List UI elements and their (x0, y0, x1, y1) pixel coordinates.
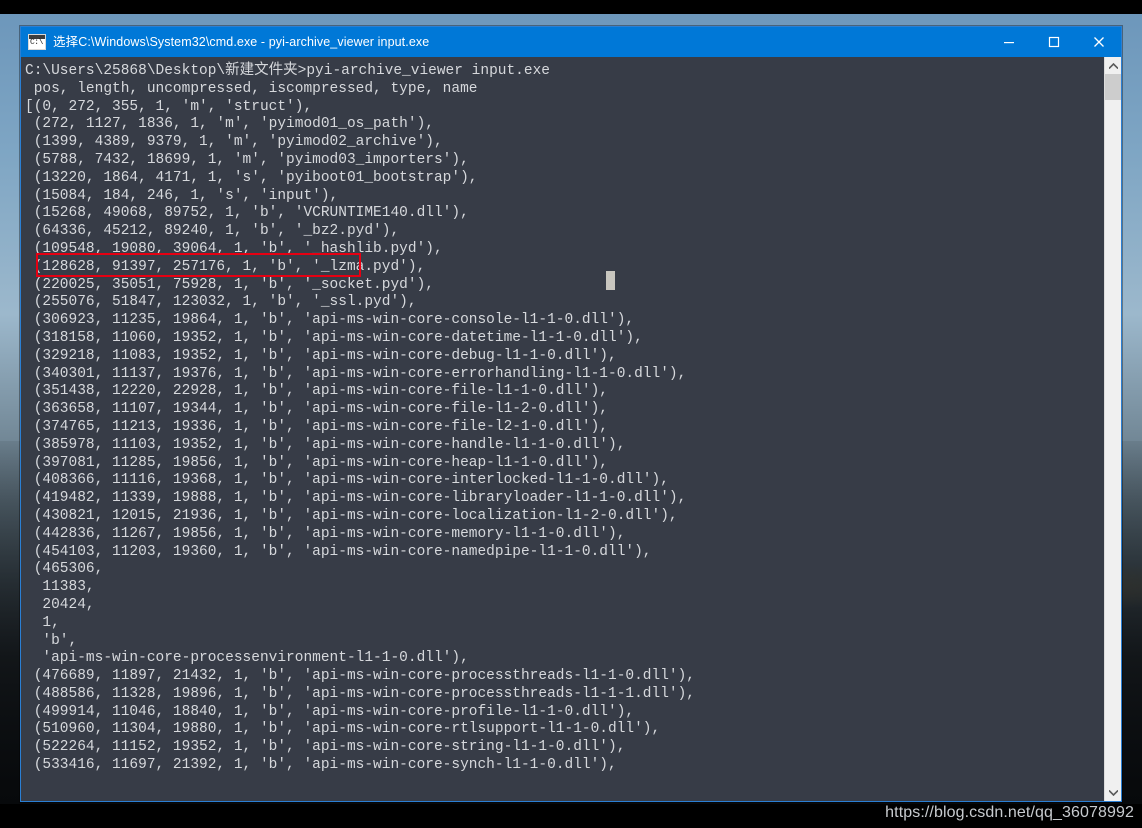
console-output-area[interactable]: C:\Users\25868\Desktop\新建文件夹>pyi-archive… (21, 57, 1104, 801)
console-line: (15084, 184, 246, 1, 's', 'input'), (25, 187, 339, 204)
maximize-button[interactable] (1031, 27, 1076, 57)
console-line: 20424, (25, 596, 95, 613)
console-line: (488586, 11328, 19896, 1, 'b', 'api-ms-w… (25, 685, 696, 702)
console-line: (1399, 4389, 9379, 1, 'm', 'pyimod02_arc… (25, 134, 443, 151)
console-line: 1, (25, 614, 60, 631)
console-line: (13220, 1864, 4171, 1, 's', 'pyiboot01_b… (25, 169, 478, 186)
console-line: (329218, 11083, 19352, 1, 'b', 'api-ms-w… (25, 347, 617, 364)
console-line: (385978, 11103, 19352, 1, 'b', 'api-ms-w… (25, 436, 626, 453)
console-line: pos, length, uncompressed, iscompressed,… (25, 80, 478, 97)
console-line: (442836, 11267, 19856, 1, 'b', 'api-ms-w… (25, 525, 626, 542)
console-line: (499914, 11046, 18840, 1, 'b', 'api-ms-w… (25, 703, 635, 720)
scrollbar-thumb[interactable] (1105, 74, 1121, 100)
window-body: C:\Users\25868\Desktop\新建文件夹>pyi-archive… (21, 57, 1121, 801)
console-line: (351438, 12220, 22928, 1, 'b', 'api-ms-w… (25, 383, 608, 400)
console-line: (430821, 12015, 21936, 1, 'b', 'api-ms-w… (25, 507, 678, 524)
console-line: (374765, 11213, 19336, 1, 'b', 'api-ms-w… (25, 418, 608, 435)
console-line: (272, 1127, 1836, 1, 'm', 'pyimod01_os_p… (25, 116, 434, 133)
window-titlebar[interactable]: 选择C:\Windows\System32\cmd.exe - pyi-arch… (21, 27, 1121, 57)
console-line: (465306, (25, 561, 104, 578)
console-line: (340301, 11137, 19376, 1, 'b', 'api-ms-w… (25, 365, 687, 382)
console-line: (15268, 49068, 89752, 1, 'b', 'VCRUNTIME… (25, 205, 469, 222)
console-line: (109548, 19080, 39064, 1, 'b', '_hashlib… (25, 240, 443, 257)
console-line: (397081, 11285, 19856, 1, 'b', 'api-ms-w… (25, 454, 608, 471)
console-line: C:\Users\25868\Desktop\新建文件夹>pyi-archive… (25, 63, 550, 79)
csdn-watermark: https://blog.csdn.net/qq_36078992 (885, 804, 1134, 821)
minimize-button[interactable] (986, 27, 1031, 57)
console-line: 11383, (25, 579, 95, 596)
console-line: (64336, 45212, 89240, 1, 'b', '_bz2.pyd'… (25, 223, 400, 240)
console-line: (363658, 11107, 19344, 1, 'b', 'api-ms-w… (25, 401, 608, 418)
console-line: (419482, 11339, 19888, 1, 'b', 'api-ms-w… (25, 490, 687, 507)
console-line: [(0, 272, 355, 1, 'm', 'struct'), (25, 98, 313, 115)
console-line: (408366, 11116, 19368, 1, 'b', 'api-ms-w… (25, 472, 669, 489)
console-line: (128628, 91397, 257176, 1, 'b', '_lzma.p… (25, 258, 426, 275)
scrollbar-track[interactable] (1105, 74, 1121, 784)
window-controls (986, 27, 1121, 57)
console-scrollbar[interactable] (1104, 57, 1121, 801)
desktop-screen: 选择C:\Windows\System32\cmd.exe - pyi-arch… (0, 0, 1142, 828)
scroll-up-arrow-icon[interactable] (1105, 57, 1121, 74)
console-line: (220025, 35051, 75928, 1, 'b', '_socket.… (25, 276, 434, 293)
console-line: (306923, 11235, 19864, 1, 'b', 'api-ms-w… (25, 312, 635, 329)
console-line: 'api-ms-win-core-processenvironment-l1-1… (25, 650, 469, 667)
window-title: 选择C:\Windows\System32\cmd.exe - pyi-arch… (53, 35, 430, 49)
console-line: (533416, 11697, 21392, 1, 'b', 'api-ms-w… (25, 757, 617, 774)
cmd-console-window: 选择C:\Windows\System32\cmd.exe - pyi-arch… (20, 26, 1122, 802)
text-cursor-block (606, 271, 615, 290)
console-line: 'b', (25, 632, 78, 649)
console-line: (522264, 11152, 19352, 1, 'b', 'api-ms-w… (25, 739, 626, 756)
console-line: (5788, 7432, 18699, 1, 'm', 'pyimod03_im… (25, 151, 469, 168)
console-line: (318158, 11060, 19352, 1, 'b', 'api-ms-w… (25, 329, 643, 346)
console-text: C:\Users\25868\Desktop\新建文件夹>pyi-archive… (25, 63, 1104, 775)
console-line: (476689, 11897, 21432, 1, 'b', 'api-ms-w… (25, 668, 696, 685)
scroll-down-arrow-icon[interactable] (1105, 784, 1121, 801)
console-line: (454103, 11203, 19360, 1, 'b', 'api-ms-w… (25, 543, 652, 560)
console-line: (255076, 51847, 123032, 1, 'b', '_ssl.py… (25, 294, 417, 311)
cmd-console-icon (28, 34, 46, 50)
console-line: (510960, 11304, 19880, 1, 'b', 'api-ms-w… (25, 721, 661, 738)
close-button[interactable] (1076, 27, 1121, 57)
